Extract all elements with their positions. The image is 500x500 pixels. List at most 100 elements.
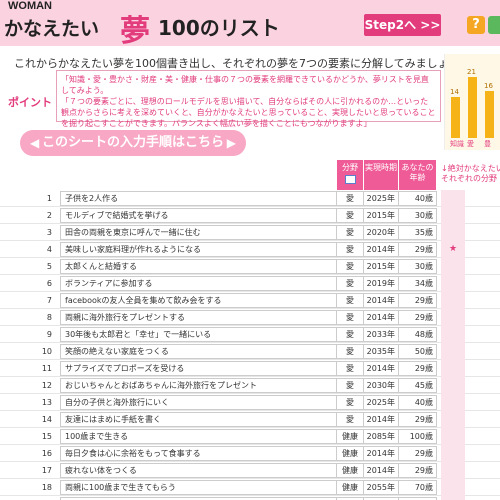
must-achieve-cell[interactable] — [441, 224, 465, 241]
field-cell[interactable]: 愛 — [337, 361, 364, 376]
field-cell[interactable]: 愛 — [337, 191, 364, 206]
must-achieve-cell[interactable] — [441, 445, 465, 462]
year-cell[interactable]: 2014年 — [364, 446, 399, 461]
dream-cell[interactable]: 自分の子供と海外旅行にいく — [60, 395, 337, 410]
age-cell[interactable]: 40歳 — [399, 191, 437, 206]
must-achieve-cell[interactable] — [441, 275, 465, 292]
year-cell[interactable]: 2020年 — [364, 225, 399, 240]
year-cell[interactable]: 2025年 — [364, 191, 399, 206]
field-cell[interactable]: 愛 — [337, 242, 364, 257]
dream-cell[interactable]: 両親に100歳まで生きてもらう — [60, 480, 337, 495]
age-cell[interactable]: 29歳 — [399, 463, 437, 478]
dream-cell[interactable]: 太郎くんと結婚する — [60, 259, 337, 274]
age-cell[interactable]: 40歳 — [399, 395, 437, 410]
chevron-right-icon: ▶ — [226, 136, 236, 150]
field-cell[interactable]: 愛 — [337, 276, 364, 291]
field-cell[interactable]: 愛 — [337, 412, 364, 427]
must-achieve-cell[interactable] — [441, 309, 465, 326]
row-number: 14 — [41, 415, 52, 424]
age-cell[interactable]: 29歳 — [399, 412, 437, 427]
dream-cell[interactable]: 友達にはまめに手紙を書く — [60, 412, 337, 427]
age-cell[interactable]: 29歳 — [399, 310, 437, 325]
year-cell[interactable]: 2014年 — [364, 310, 399, 325]
age-cell[interactable]: 70歳 — [399, 480, 437, 495]
year-cell[interactable]: 2014年 — [364, 361, 399, 376]
field-cell[interactable]: 健康 — [337, 480, 364, 495]
must-achieve-cell[interactable] — [441, 462, 465, 479]
field-cell[interactable]: 愛 — [337, 310, 364, 325]
must-achieve-cell[interactable]: ★ — [441, 241, 465, 258]
dream-cell[interactable]: サプライズでプロポーズを受ける — [60, 361, 337, 376]
must-achieve-cell[interactable] — [441, 343, 465, 360]
dream-cell[interactable]: モルディブで結婚式を挙げる — [60, 208, 337, 223]
dream-cell[interactable]: 両親に海外旅行をプレゼントする — [60, 310, 337, 325]
year-cell[interactable]: 2019年 — [364, 276, 399, 291]
must-achieve-cell[interactable] — [441, 394, 465, 411]
dream-cell[interactable]: 美味しい家庭料理が作れるようになる — [60, 242, 337, 257]
filter-icon[interactable] — [344, 175, 356, 184]
age-cell[interactable]: 50歳 — [399, 344, 437, 359]
must-achieve-cell[interactable] — [441, 496, 465, 500]
dream-cell[interactable]: 疲れない体をつくる — [60, 463, 337, 478]
age-cell[interactable]: 29歳 — [399, 361, 437, 376]
age-cell[interactable]: 30歳 — [399, 259, 437, 274]
must-achieve-cell[interactable] — [441, 377, 465, 394]
spreadsheet-icon[interactable] — [488, 16, 500, 34]
must-achieve-cell[interactable] — [441, 190, 465, 207]
year-cell[interactable]: 2015年 — [364, 259, 399, 274]
age-cell[interactable]: 100歳 — [399, 429, 437, 444]
must-achieve-cell[interactable] — [441, 479, 465, 496]
age-cell[interactable]: 34歳 — [399, 276, 437, 291]
dream-cell[interactable]: 子供を2人作る — [60, 191, 337, 206]
year-cell[interactable]: 2085年 — [364, 429, 399, 444]
field-cell[interactable]: 愛 — [337, 327, 364, 342]
field-cell[interactable]: 健康 — [337, 463, 364, 478]
field-cell[interactable]: 愛 — [337, 293, 364, 308]
dream-cell[interactable]: 笑顔の絶えない家庭をつくる — [60, 344, 337, 359]
dream-cell[interactable]: ボランティアに参加する — [60, 276, 337, 291]
dream-cell[interactable]: facebookの友人全員を集めて飲み会をする — [60, 293, 337, 308]
must-achieve-cell[interactable] — [441, 411, 465, 428]
field-cell[interactable]: 健康 — [337, 446, 364, 461]
must-achieve-cell[interactable] — [441, 428, 465, 445]
dream-cell[interactable]: 田舎の両親を東京に呼んで一緒に住む — [60, 225, 337, 240]
field-cell[interactable]: 愛 — [337, 395, 364, 410]
field-cell[interactable]: 健康 — [337, 429, 364, 444]
age-cell[interactable]: 35歳 — [399, 225, 437, 240]
must-achieve-cell[interactable] — [441, 207, 465, 224]
help-icon[interactable]: ? — [467, 16, 485, 34]
step2-button[interactable]: Step2へ >> — [364, 14, 441, 36]
age-cell[interactable]: 48歳 — [399, 327, 437, 342]
dream-cell[interactable]: 毎日夕食は心に余裕をもって食事する — [60, 446, 337, 461]
dream-cell[interactable]: 30年後も太郎君と「幸せ」で一緒にいる — [60, 327, 337, 342]
year-cell[interactable]: 2055年 — [364, 480, 399, 495]
field-cell[interactable]: 愛 — [337, 344, 364, 359]
age-cell[interactable]: 45歳 — [399, 378, 437, 393]
age-cell[interactable]: 29歳 — [399, 446, 437, 461]
column-header-field[interactable]: 分野 — [337, 160, 364, 190]
field-cell[interactable]: 愛 — [337, 259, 364, 274]
must-achieve-cell[interactable] — [441, 292, 465, 309]
year-cell[interactable]: 2014年 — [364, 242, 399, 257]
dream-cell[interactable]: おじいちゃんとおばあちゃんに海外旅行をプレゼント — [60, 378, 337, 393]
dream-cell[interactable]: 100歳まで生きる — [60, 429, 337, 444]
year-cell[interactable]: 2014年 — [364, 293, 399, 308]
year-cell[interactable]: 2025年 — [364, 395, 399, 410]
row-number: 16 — [41, 449, 52, 458]
year-cell[interactable]: 2015年 — [364, 208, 399, 223]
year-cell[interactable]: 2014年 — [364, 412, 399, 427]
must-achieve-cell[interactable] — [441, 360, 465, 377]
year-cell[interactable]: 2030年 — [364, 378, 399, 393]
age-cell[interactable]: 30歳 — [399, 208, 437, 223]
field-cell[interactable]: 愛 — [337, 208, 364, 223]
instructions-button[interactable]: ◀ このシートの入力手順はこちら ▶ — [20, 130, 246, 156]
age-cell[interactable]: 29歳 — [399, 242, 437, 257]
field-cell[interactable]: 愛 — [337, 378, 364, 393]
year-cell[interactable]: 2033年 — [364, 327, 399, 342]
must-achieve-cell[interactable] — [441, 326, 465, 343]
must-achieve-cell[interactable] — [441, 258, 465, 275]
field-cell[interactable]: 愛 — [337, 225, 364, 240]
age-cell[interactable]: 29歳 — [399, 293, 437, 308]
year-cell[interactable]: 2035年 — [364, 344, 399, 359]
year-cell[interactable]: 2014年 — [364, 463, 399, 478]
